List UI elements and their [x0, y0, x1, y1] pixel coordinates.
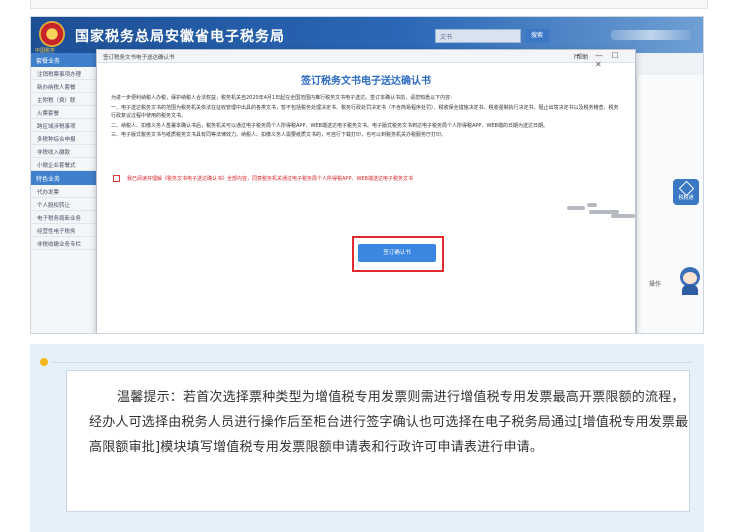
- screenshot-panel: 中国税务 国家税务总局安徽省电子税务局 文书 搜索 套餐业务 注销税票事项办理 …: [30, 16, 704, 334]
- sidebar-item[interactable]: 主附税（费）联: [31, 93, 100, 106]
- search-input[interactable]: 文书: [435, 29, 521, 43]
- agree-label[interactable]: 我已阅读并理解《税务文书电子送达确认书》全部内容，同意税务机关通过电子税务局个人…: [127, 175, 413, 182]
- top-strip: [0, 0, 738, 16]
- sidebar-item[interactable]: 非税收入缴款: [31, 145, 100, 158]
- sidebar-item[interactable]: 小微企业套餐式: [31, 158, 100, 171]
- clause-2: 二、纳税人、扣缴义务人签署本确认书后，税务机关可以通过电子税务局个人所得税APP…: [111, 122, 548, 129]
- sidebar-item[interactable]: 跨区域涉税事项: [31, 119, 100, 132]
- site-header: 中国税务 国家税务总局安徽省电子税务局 文书 搜索: [31, 17, 703, 54]
- tip-section: 温馨提示：若首次选择票种类型为增值税专用发票则需进行增值税专用发票最高开票限额的…: [30, 344, 704, 532]
- tax-emblem-icon: [39, 21, 65, 47]
- sidebar-item[interactable]: 代办发票: [31, 185, 100, 198]
- dialog-window-title: 签订税务文书电子送达确认书: [103, 55, 175, 61]
- intro-paragraph: 为进一步便利纳税人办税，保护纳税人合法权益，税务机关自2020年4月1日起在全国…: [111, 95, 456, 101]
- tool-button[interactable]: 税税通: [673, 179, 699, 205]
- search-button[interactable]: 搜索: [525, 29, 549, 43]
- agreement-row[interactable]: 我已阅读并理解《税务文书电子送达确认书》全部内容，同意税务机关通过电子税务局个人…: [111, 174, 623, 184]
- user-info-blurred: [611, 30, 691, 40]
- sidebar-item[interactable]: 新办纳税人套餐: [31, 80, 100, 93]
- sidebar-section-special[interactable]: 特色业务: [31, 171, 100, 185]
- help-button[interactable]: ?帮助: [573, 52, 588, 61]
- divider: [52, 362, 692, 363]
- window-controls[interactable]: — ☐ ✕: [595, 51, 635, 69]
- sign-confirmation-button[interactable]: 签订确认书: [358, 244, 436, 262]
- dialog-heading: 签订税务文书电子送达确认书: [301, 76, 431, 87]
- assistant-avatar-icon[interactable]: [677, 265, 703, 295]
- operation-column-label: 操作: [649, 281, 662, 288]
- sidebar-item[interactable]: 火票套餐: [31, 106, 100, 119]
- dialog-titlebar: 签订税务文书电子送达确认书 ?帮助 — ☐ ✕: [97, 50, 635, 69]
- tip-card: 温馨提示：若首次选择票种类型为增值税专用发票则需进行增值税专用发票最高开票限额的…: [66, 370, 690, 512]
- sidebar: 套餐业务 注销税票事项办理 新办纳税人套餐 主附税（费）联 火票套餐 跨区域涉税…: [31, 53, 101, 333]
- sidebar-item[interactable]: 多税种综合申报: [31, 132, 100, 145]
- clause-3: 三、电子版式税务文书与纸质税务文书具有同等法律效力。纳税人、扣缴义务人需要纸质文…: [111, 132, 447, 138]
- sidebar-item[interactable]: 非税收缴业务专栏: [31, 237, 100, 250]
- bullet-dot-icon: [40, 358, 48, 366]
- previous-card-edge: [30, 0, 708, 9]
- confirmation-dialog: 签订税务文书电子送达确认书 ?帮助 — ☐ ✕ 签订税务文书电子送达确认书 为进…: [96, 49, 639, 333]
- scribble-annotation: [567, 202, 639, 224]
- sidebar-section-package[interactable]: 套餐业务: [31, 53, 100, 67]
- agree-checkbox[interactable]: [113, 175, 120, 182]
- tip-text: 温馨提示：若首次选择票种类型为增值税专用发票则需进行增值税专用发票最高开票限额的…: [89, 390, 689, 455]
- sidebar-item[interactable]: 个人股权转让: [31, 198, 100, 211]
- clause-1: 一、电子送达税务文书的范围为税务机关依法在征收管理中出具的各类文书，暂不包括税务…: [111, 104, 619, 120]
- site-title: 国家税务总局安徽省电子税务局: [75, 29, 285, 45]
- dialog-body: 为进一步便利纳税人办税，保护纳税人合法权益，税务机关自2020年4月1日起在全国…: [111, 94, 623, 141]
- sidebar-item[interactable]: 电子税务局新业务: [31, 211, 100, 224]
- sidebar-item[interactable]: 注销税票事项办理: [31, 67, 100, 80]
- sidebar-item[interactable]: 经营性电子税务: [31, 224, 100, 237]
